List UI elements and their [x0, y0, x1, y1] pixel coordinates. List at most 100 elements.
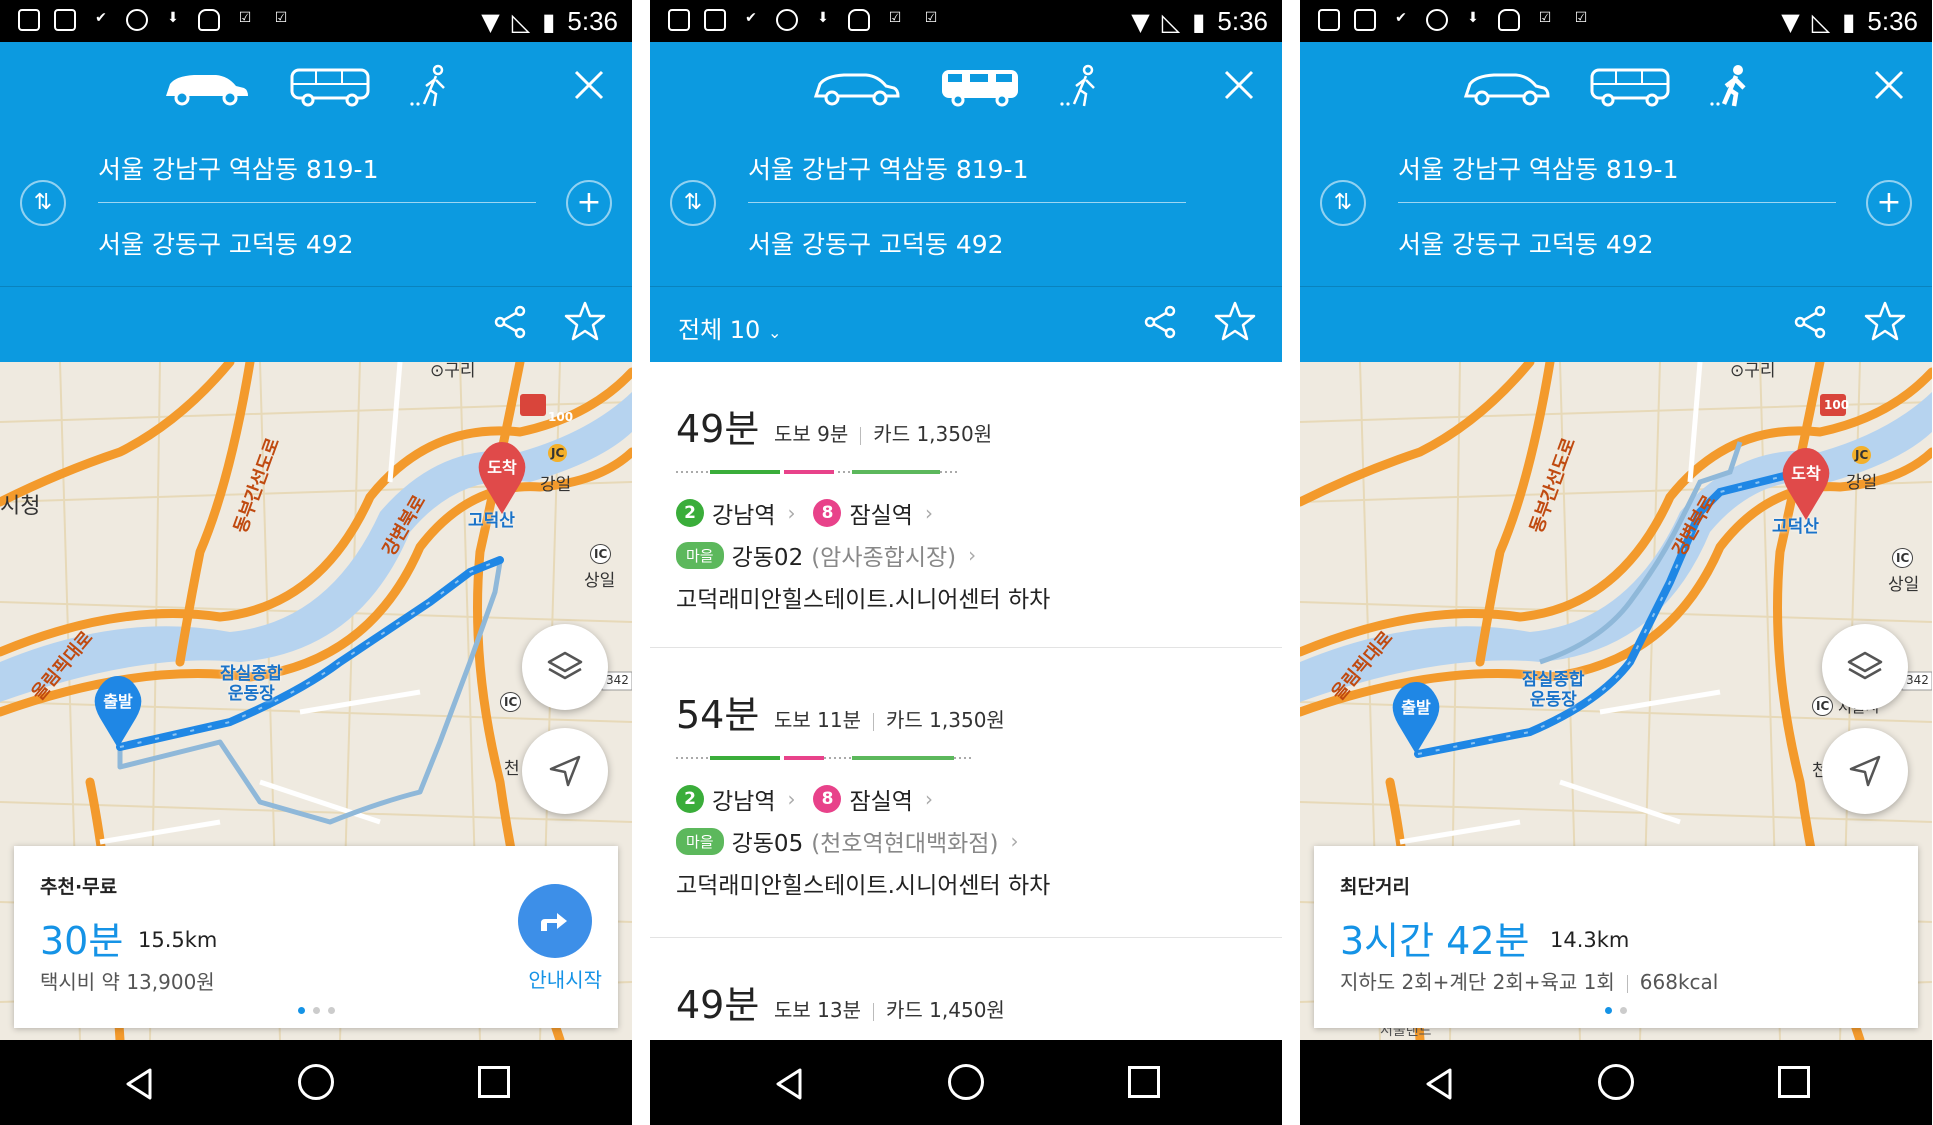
home-icon[interactable] — [1598, 1064, 1634, 1100]
favorite-star-icon[interactable] — [1864, 300, 1906, 342]
phone-car-route: ✔ ⬇ ☑ ☑ ▼ ◺ ▮ 5:36 서울 강남구 역삼동 819-1 서울 강… — [0, 0, 632, 1125]
car-mode-icon[interactable] — [810, 64, 900, 108]
bus-mode-icon[interactable] — [286, 64, 376, 108]
layers-icon — [547, 651, 583, 680]
route-time: 3시간 42분 — [1340, 919, 1530, 963]
meta-separator — [873, 1002, 875, 1021]
start-guidance-label[interactable]: 안내시작 — [528, 964, 602, 993]
home-icon[interactable] — [298, 1064, 334, 1100]
shield-100: 100 — [1824, 398, 1850, 412]
chevron-right-icon: › — [924, 787, 933, 811]
origin-text[interactable]: 서울 강남구 역삼동 819-1 — [1398, 150, 1679, 186]
share-icon[interactable] — [1792, 304, 1828, 340]
destination-pin[interactable]: 도착 — [474, 440, 530, 516]
recent-apps-icon[interactable] — [1128, 1066, 1160, 1098]
meta-separator — [860, 426, 862, 445]
destination-text[interactable]: 서울 강동구 고덕동 492 — [98, 225, 354, 261]
route-item[interactable]: 54분 도보 11분 카드 1,350원 2 강남역 › 8 잠실역 › 마을 강동0… — [650, 648, 1282, 938]
origin-pin[interactable]: 출발 — [1388, 680, 1444, 756]
subway-steps: 2 강남역 › 8 잠실역 › — [676, 496, 943, 530]
close-icon[interactable] — [1870, 66, 1908, 104]
fare: 카드 1,350원 — [886, 708, 1005, 732]
checkmark-box-icon: ☑ — [888, 10, 902, 26]
map-label-stadium: 잠실종합 운동장 — [220, 664, 283, 704]
line-2-badge: 2 — [676, 499, 704, 527]
layers-icon — [1847, 651, 1883, 680]
android-icon — [1498, 9, 1520, 31]
origin-text[interactable]: 서울 강남구 역삼동 819-1 — [748, 150, 1029, 186]
status-right: ▼ ◺ ▮ 5:36 — [1781, 6, 1918, 37]
address-divider — [1398, 202, 1836, 203]
swap-button[interactable]: ⇅ — [670, 180, 716, 226]
destination-text[interactable]: 서울 강동구 고덕동 492 — [748, 225, 1004, 261]
destination-pin[interactable]: 도착 — [1778, 446, 1834, 522]
back-icon[interactable] — [772, 1066, 808, 1102]
chevron-right-icon: › — [787, 501, 796, 525]
close-icon[interactable] — [1220, 66, 1258, 104]
share-icon[interactable] — [492, 304, 528, 340]
layers-button[interactable] — [522, 624, 608, 710]
origin-pin[interactable]: 출발 — [90, 674, 146, 750]
transit-route-list[interactable]: 49분 도보 9분 카드 1,350원 2 강남역 › 8 잠실역 › 마을 강동02… — [650, 362, 1282, 1040]
route-header: 서울 강남구 역삼동 819-1 서울 강동구 고덕동 492 ⇅ + — [0, 42, 632, 362]
android-nav-bar — [0, 1040, 632, 1125]
my-location-button[interactable] — [522, 728, 608, 814]
header-divider — [0, 286, 632, 287]
share-icon[interactable] — [1142, 304, 1178, 340]
bus-mode-icon[interactable] — [936, 64, 1026, 108]
swap-button[interactable]: ⇅ — [20, 180, 66, 226]
android-nav-bar — [650, 1040, 1282, 1125]
walk-mode-icon[interactable] — [1058, 64, 1108, 108]
route-distance: 15.5km — [138, 928, 218, 952]
walk-mode-icon[interactable] — [1708, 64, 1758, 108]
route-count-dropdown[interactable]: 전체 10 ⌄ — [678, 310, 781, 345]
recent-apps-icon[interactable] — [1778, 1066, 1810, 1098]
home-icon[interactable] — [948, 1064, 984, 1100]
start-guidance-button[interactable] — [518, 884, 592, 958]
my-location-button[interactable] — [1822, 728, 1908, 814]
car-mode-icon[interactable] — [160, 64, 250, 108]
walk-mode-icon[interactable] — [408, 64, 458, 108]
obstacle-summary: 지하도 2회+계단 2회+육교 1회 — [1340, 970, 1615, 994]
route-tag: 추천·무료 — [40, 876, 118, 898]
notification-icons: ✔ ⬇ ☑ ☑ — [18, 9, 292, 31]
swap-button[interactable]: ⇅ — [1320, 180, 1366, 226]
route-summary-card[interactable]: 최단거리 3시간 42분 14.3km 지하도 2회+계단 2회+육교 1회 66… — [1314, 846, 1918, 1028]
route-meta: 도보 9분 카드 1,350원 — [774, 418, 992, 447]
android-icon — [198, 9, 220, 31]
favorite-star-icon[interactable] — [564, 300, 606, 342]
download-icon: ⬇ — [1467, 10, 1479, 26]
status-bar: ✔ ⬇ ☑ ☑ ▼ ◺ ▮ 5:36 — [1300, 0, 1932, 42]
back-icon[interactable] — [122, 1066, 158, 1102]
page-indicator — [1314, 999, 1918, 1018]
recent-apps-icon[interactable] — [478, 1066, 510, 1098]
address-divider — [98, 202, 536, 203]
phone-transit-route: ✔ ⬇ ☑ ☑ ▼ ◺ ▮ 5:36 서울 강남구 역삼동 819-1 서울 강… — [650, 0, 1282, 1125]
route-item[interactable]: 49분 도보 9분 카드 1,350원 2 강남역 › 8 잠실역 › 마을 강동02… — [650, 362, 1282, 648]
battery-charging-icon: ▮ — [542, 7, 556, 36]
bus-mode-icon[interactable] — [1586, 64, 1676, 108]
back-icon[interactable] — [1422, 1066, 1458, 1102]
route-item[interactable]: 49분 도보 13분 카드 1,450원 — [650, 938, 1282, 1040]
car-mode-icon[interactable] — [1460, 64, 1550, 108]
android-icon — [848, 9, 870, 31]
close-icon[interactable] — [570, 66, 608, 104]
route-summary-card[interactable]: 추천·무료 30분 15.5km 택시비 약 13,900원 안내시작 — [14, 846, 618, 1028]
route-meta: 도보 13분 카드 1,450원 — [774, 994, 1005, 1023]
add-waypoint-button[interactable]: + — [1866, 180, 1912, 226]
calories: 668kcal — [1639, 970, 1719, 994]
destination-pin-label: 도착 — [1791, 464, 1821, 483]
battery-charging-icon: ▮ — [1192, 7, 1206, 36]
layers-button[interactable] — [1822, 624, 1908, 710]
shield-342: 342 — [1906, 673, 1929, 687]
favorite-star-icon[interactable] — [1214, 300, 1256, 342]
origin-text[interactable]: 서울 강남구 역삼동 819-1 — [98, 150, 379, 186]
bus-number: 강동05 — [731, 831, 804, 857]
destination-text[interactable]: 서울 강동구 고덕동 492 — [1398, 225, 1654, 261]
add-waypoint-button[interactable]: + — [566, 180, 612, 226]
route-time: 54분 — [676, 693, 760, 737]
status-right: ▼ ◺ ▮ 5:36 — [481, 6, 618, 37]
bus-number: 강동02 — [731, 545, 804, 571]
clock: 5:36 — [1217, 6, 1268, 36]
chevron-down-icon: ⌄ — [767, 323, 782, 342]
